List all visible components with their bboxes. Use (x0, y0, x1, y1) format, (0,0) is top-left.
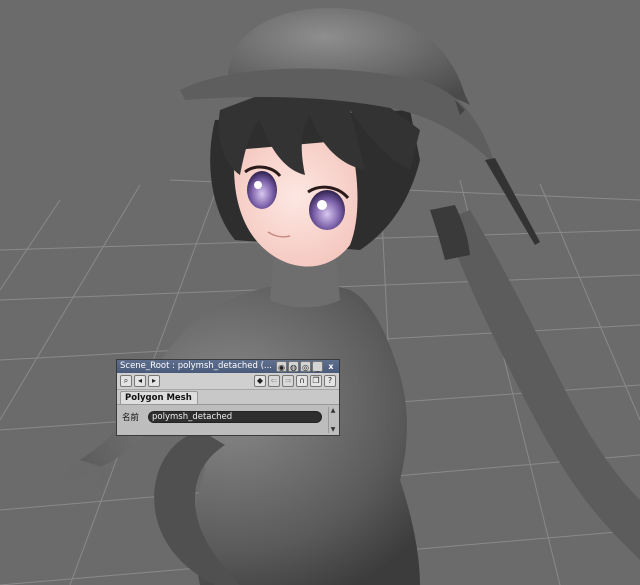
magnifier-icon[interactable]: ⌕ (120, 375, 132, 387)
minimize-icon[interactable]: _ (312, 361, 323, 372)
arrow-right-icon[interactable]: ⇒ (282, 375, 294, 387)
panel-titlebar[interactable]: Scene_Root : polymsh_detached (... ◉ ◍ ◎… (117, 360, 339, 373)
panel-content: 名前 ▲ ▼ (117, 404, 339, 435)
lock-icon[interactable]: ◍ (288, 361, 299, 372)
help-icon[interactable]: ? (324, 375, 336, 387)
arrow-left-icon[interactable]: ⇐ (268, 375, 280, 387)
name-label: 名前 (122, 413, 140, 423)
magnet-icon[interactable]: ∩ (296, 375, 308, 387)
prev-arrow-icon[interactable]: ◂ (134, 375, 146, 387)
tab-polygon-mesh[interactable]: Polygon Mesh (120, 391, 198, 404)
next-arrow-icon[interactable]: ▸ (148, 375, 160, 387)
panel-toolbar: ⌕ ◂ ▸ ◆ ⇐ ⇒ ∩ ❐ ? (117, 373, 339, 390)
keyframe-icon[interactable]: ◆ (254, 375, 266, 387)
panel-scrollbar[interactable]: ▲ ▼ (328, 407, 337, 433)
property-panel: Scene_Root : polymsh_detached (... ◉ ◍ ◎… (116, 359, 340, 436)
panel-title: Scene_Root : polymsh_detached (... (120, 361, 272, 371)
3d-viewport[interactable] (0, 0, 640, 585)
close-icon[interactable]: x (324, 361, 338, 372)
name-field[interactable] (148, 411, 322, 423)
copy-icon[interactable]: ❐ (310, 375, 322, 387)
name-row: 名前 (122, 411, 322, 423)
scroll-down-icon[interactable]: ▼ (329, 426, 337, 433)
scroll-up-icon[interactable]: ▲ (329, 407, 337, 414)
panel-tabs: Polygon Mesh (117, 390, 339, 404)
globe-icon[interactable]: ◉ (276, 361, 287, 372)
info-icon[interactable]: ◎ (300, 361, 311, 372)
